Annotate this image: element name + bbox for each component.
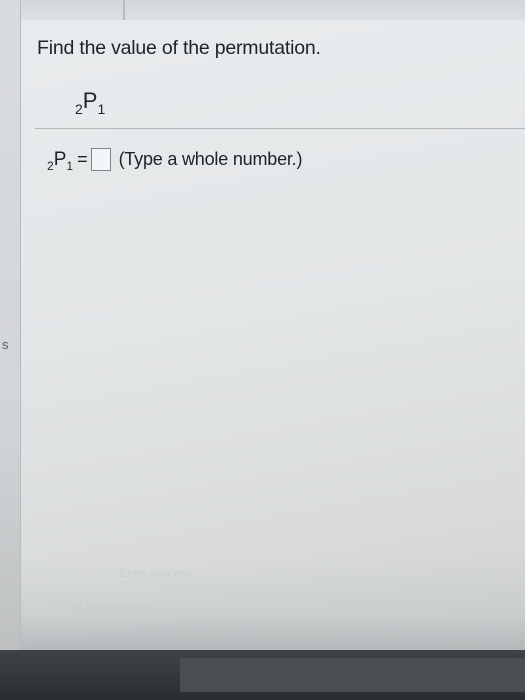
side-mark-text: s <box>2 337 9 352</box>
permutation-expression: 2P1 <box>75 88 106 117</box>
top-bar-divider <box>123 0 125 20</box>
answer-n: 2 <box>47 159 54 173</box>
separator-line <box>35 128 525 129</box>
top-bar <box>0 0 525 20</box>
expression-r: 1 <box>97 101 106 117</box>
footer-instruction: Enter your ans <box>120 568 192 580</box>
expression-symbol: P <box>82 88 98 113</box>
answer-symbol: P <box>53 148 67 170</box>
equals-sign: = <box>77 149 88 169</box>
answer-hint: (Type a whole number.) <box>118 149 303 169</box>
question-prompt: Find the value of the permutation. <box>37 37 321 59</box>
answer-row: 2 P 1 = (Type a whole number.) <box>47 148 303 173</box>
bottom-action-button[interactable] <box>180 658 525 692</box>
left-rail: s <box>0 0 21 700</box>
check-answer-button[interactable]: Check <box>470 604 501 616</box>
answer-r: 1 <box>66 159 74 173</box>
expression-n: 2 <box>75 101 83 117</box>
answer-input[interactable] <box>90 148 111 171</box>
footer-parts-note: All parts showing <box>70 600 154 612</box>
question-panel: Find the value of the permutation. 2P1 2… <box>21 20 525 640</box>
